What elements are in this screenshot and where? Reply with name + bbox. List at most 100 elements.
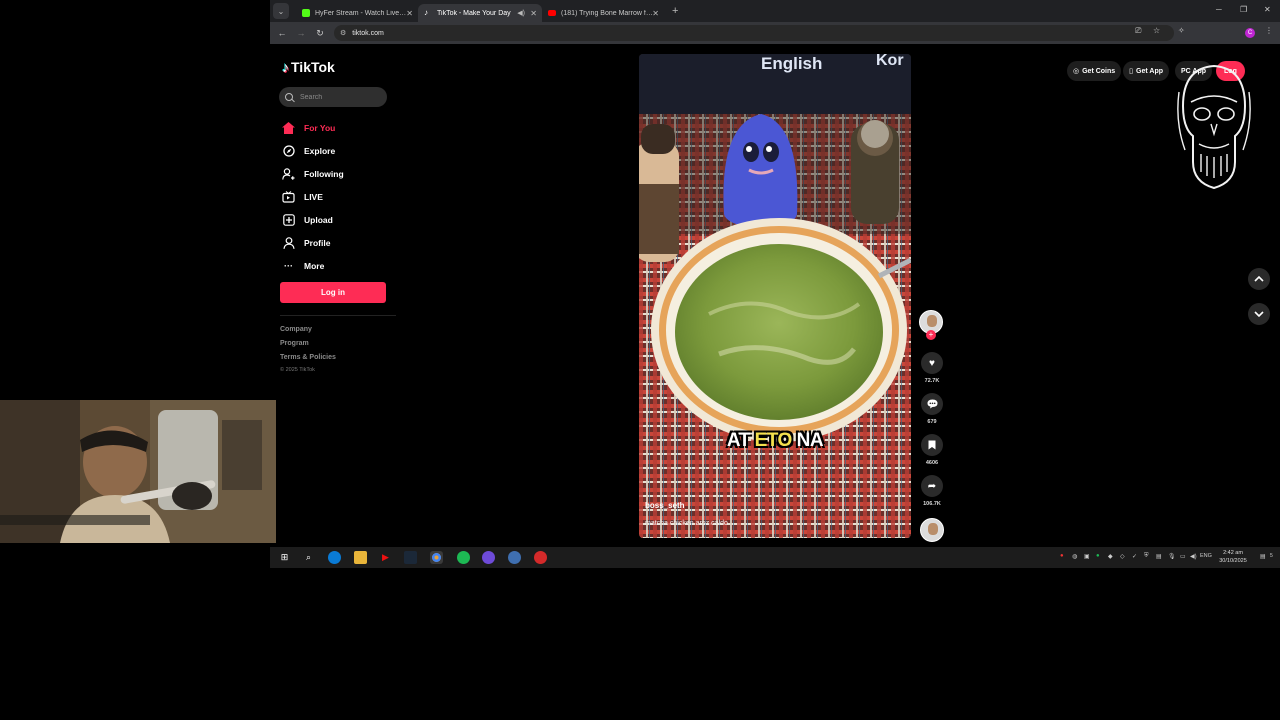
bookmark-icon[interactable] [921, 434, 943, 456]
edge-icon[interactable] [328, 551, 341, 564]
back-icon[interactable]: ← [275, 28, 289, 38]
close-tab-icon[interactable]: ✕ [530, 9, 537, 18]
stream-overlay-skull-logo [1177, 64, 1251, 190]
recorder-icon[interactable] [534, 551, 547, 564]
steam-icon[interactable] [404, 551, 417, 564]
tray-app-icon[interactable]: ◍ [1072, 553, 1077, 560]
more-dots-icon: ··· [284, 260, 293, 271]
tray-display-icon[interactable]: ▭ [1180, 553, 1186, 560]
tab-search-icon[interactable]: ⌄ [273, 3, 289, 19]
install-app-icon[interactable]: ⎚ [1135, 26, 1141, 36]
search-box[interactable] [279, 87, 387, 107]
sidebar-item-upload[interactable]: Upload [281, 208, 344, 231]
chevron-up-icon [1254, 276, 1264, 282]
browser-menu-icon[interactable]: ⋮ [1265, 26, 1273, 35]
compass-icon [281, 144, 296, 158]
video-actions: + ♥ 72.7K 679 4606 ➦ 106.7K [919, 310, 945, 542]
upload-icon [281, 213, 296, 227]
video-sign-korean: Kor [876, 54, 904, 69]
tab-tiktok[interactable]: ♪ TikTok - Make Your Day ◀) ✕ [418, 4, 542, 22]
caption-highlight-word: ETO [754, 430, 793, 451]
video-player[interactable]: English Kor AT ETO NA boss_seth matcha c… [639, 54, 911, 538]
extensions-icon[interactable]: ✧ [1178, 26, 1185, 35]
sidebar-item-label: Profile [304, 237, 331, 248]
tray-network-icon[interactable]: ▤ [1156, 553, 1162, 560]
tray-app-icon[interactable]: ✓ [1132, 553, 1137, 560]
sidebar-item-explore[interactable]: Explore [281, 139, 344, 162]
share-arrow-icon[interactable]: ➦ [921, 475, 943, 497]
sidebar-item-label: LIVE [304, 191, 323, 202]
sidebar-item-for-you[interactable]: For You [281, 116, 344, 139]
scroll-down-button[interactable] [1248, 303, 1270, 325]
tray-app-icon[interactable]: ◇ [1120, 553, 1125, 560]
music-disc-avatar[interactable] [920, 518, 944, 542]
footer-link-program[interactable]: Program [280, 340, 309, 347]
tray-language[interactable]: ENG [1200, 553, 1212, 559]
share-action[interactable]: ➦ 106.7K [919, 475, 945, 507]
tray-volume-icon[interactable]: ◀) [1190, 553, 1197, 560]
footer-link-company[interactable]: Company [280, 326, 312, 333]
footer-link-terms[interactable]: Terms & Policies [280, 354, 336, 361]
scroll-up-button[interactable] [1248, 268, 1270, 290]
chrome-icon[interactable] [430, 551, 443, 564]
forward-icon[interactable]: → [294, 28, 308, 38]
tray-spotify-icon[interactable]: ● [1096, 553, 1100, 559]
reload-icon[interactable]: ↻ [313, 28, 327, 39]
bookmark-star-icon[interactable]: ☆ [1153, 26, 1160, 35]
speaker-icon[interactable]: ◀) [517, 9, 525, 17]
profile-avatar[interactable]: C [1245, 28, 1255, 38]
site-info-icon[interactable]: ⚙ [340, 29, 346, 37]
app-icon[interactable] [508, 551, 521, 564]
get-app-label: Get App [1136, 67, 1163, 75]
tray-app-icon[interactable]: ▣ [1084, 553, 1090, 560]
youtube-favicon-icon [548, 10, 556, 16]
sidebar-login-button[interactable]: Log in [280, 282, 386, 303]
spotify-icon[interactable] [457, 551, 470, 564]
search-icon [285, 93, 293, 101]
video-frame [639, 54, 911, 538]
tray-app-icon[interactable]: ◆ [1108, 553, 1113, 560]
heart-icon[interactable]: ♥ [921, 352, 943, 374]
comment-icon[interactable] [921, 393, 943, 415]
sidebar-divider [280, 315, 396, 316]
media-player-icon[interactable]: ▶ [379, 551, 392, 564]
new-tab-icon[interactable]: + [672, 5, 678, 17]
tray-shield-icon[interactable]: ⛨ [1144, 553, 1149, 560]
tray-mic-icon[interactable]: 🎙 [1168, 553, 1176, 560]
tab-hyfer-stream[interactable]: HyFer Stream - Watch Live on K ✕ [296, 4, 418, 22]
notification-center-icon[interactable]: ▤ [1260, 553, 1266, 560]
search-icon[interactable]: ⌕ [302, 551, 315, 564]
close-tab-icon[interactable]: ✕ [406, 9, 413, 18]
tiktok-favicon-icon: ♪ [424, 8, 428, 17]
home-icon [281, 121, 296, 135]
taskbar: ⊞ ⌕ ▶ ● ◍ ▣ ● ◆ ◇ ✓ ⛨ ▤ 🎙 ▭ ◀) ENG 2:42 … [270, 547, 1280, 568]
obs-icon[interactable] [482, 551, 495, 564]
minimize-icon[interactable]: ─ [1216, 5, 1222, 14]
video-description: matcha chicken aroz caldo [645, 520, 728, 527]
sidebar-item-profile[interactable]: Profile [281, 231, 344, 254]
get-coins-button[interactable]: ◎ Get Coins [1067, 61, 1122, 81]
notification-count: 5 [1270, 553, 1273, 559]
address-bar[interactable]: ⚙ tiktok.com [334, 25, 1174, 41]
sidebar-item-live[interactable]: LIVE [281, 185, 344, 208]
webcam-image [0, 400, 276, 543]
sidebar-item-label: For You [304, 122, 336, 133]
tab-youtube[interactable]: (181) Trying Bone Marrow for t ✕ [542, 4, 664, 22]
restore-icon[interactable]: ❐ [1240, 5, 1247, 14]
comment-action[interactable]: 679 [919, 393, 945, 425]
get-app-button[interactable]: ▯ Get App [1123, 61, 1169, 81]
tray-app-icon[interactable]: ● [1060, 553, 1064, 559]
search-input[interactable] [300, 93, 380, 101]
follow-plus-icon[interactable]: + [926, 330, 936, 340]
like-action[interactable]: ♥ 72.7K [919, 352, 945, 384]
close-window-icon[interactable]: ✕ [1264, 5, 1271, 14]
close-tab-icon[interactable]: ✕ [652, 9, 659, 18]
sidebar-item-more[interactable]: ··· More [281, 254, 344, 277]
taskbar-clock[interactable]: 2:42 am 30/10/2025 [1218, 549, 1248, 565]
file-explorer-icon[interactable] [354, 551, 367, 564]
sidebar-item-following[interactable]: Following [281, 162, 344, 185]
windows-start-icon[interactable]: ⊞ [278, 551, 291, 564]
save-action[interactable]: 4606 [919, 434, 945, 466]
video-author[interactable]: boss_seth [645, 501, 685, 510]
tiktok-logo[interactable]: ♪ TikTok [282, 59, 335, 75]
